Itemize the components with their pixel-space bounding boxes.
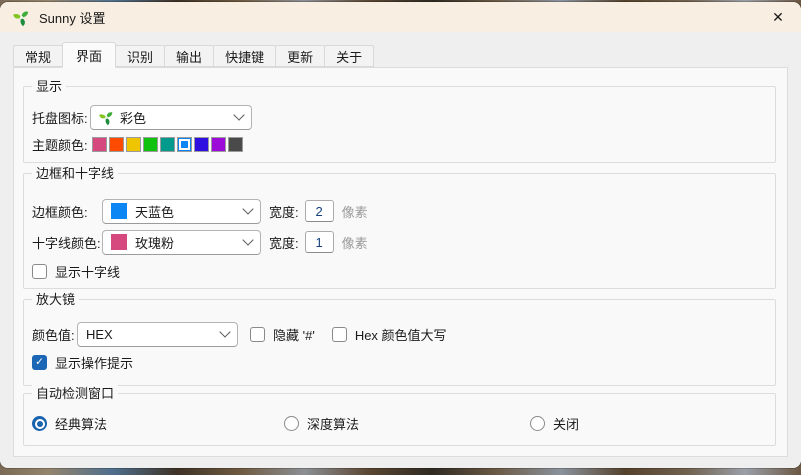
color-value-label: 颜色值: [32,325,77,344]
radio-label: 经典算法 [55,414,107,433]
cross-color-dropdown[interactable]: 玫瑰粉 [102,230,261,255]
theme-color-label: 主题颜色: [32,135,90,154]
theme-color-swatch[interactable] [228,137,243,152]
tab-bar: 常规界面识别输出快捷键更新关于 [13,45,374,67]
theme-color-swatch[interactable] [109,137,124,152]
radio-circle-icon[interactable] [530,416,545,431]
close-icon[interactable]: ✕ [755,2,801,32]
border-color-dropdown[interactable]: 天蓝色 [102,199,261,224]
radio-label: 关闭 [553,414,579,433]
title-bar[interactable]: Sunny 设置 ✕ [0,2,801,32]
autodetect-options: 经典算法 深度算法 关闭 [24,414,775,430]
hex-uppercase-checkbox[interactable] [332,327,347,342]
theme-color-swatch[interactable] [143,137,158,152]
group-border-title: 边框和十字线 [32,165,118,182]
border-width-input[interactable]: 2 [305,200,334,222]
show-crosshair-label: 显示十字线 [55,262,120,281]
group-border-crosshair: 边框和十字线 边框颜色: 天蓝色 宽度: 2 像素 十字线颜色: [23,173,776,289]
tray-icon-dropdown[interactable]: 彩色 [90,105,252,130]
show-crosshair-checkbox[interactable] [32,264,47,279]
border-width-label: 宽度: [269,202,299,221]
tray-icon-label: 托盘图标: [32,108,90,127]
radio-option-关闭[interactable]: 关闭 [530,414,579,433]
color-value-selected: HEX [86,327,113,342]
border-color-name: 天蓝色 [135,202,174,221]
cross-color-label: 十字线颜色: [32,233,102,252]
dialog-body: 常规界面识别输出快捷键更新关于 显示 托盘图标: 彩色 [0,32,801,468]
group-display: 显示 托盘图标: 彩色 主题颜色: [23,86,776,163]
hex-uppercase-label: Hex 颜色值大写 [355,325,447,344]
tab-常规[interactable]: 常规 [13,45,63,67]
theme-color-swatch[interactable] [160,137,175,152]
tab-界面[interactable]: 界面 [62,42,116,68]
theme-color-swatch[interactable] [194,137,209,152]
chevron-down-icon [242,203,253,214]
tray-color-swirl-icon [99,110,114,125]
color-value-dropdown[interactable]: HEX [77,322,238,347]
radio-circle-icon[interactable] [32,416,47,431]
hide-hash-checkbox[interactable] [250,327,265,342]
theme-color-swatches [92,137,245,152]
window-title: Sunny 设置 [39,8,105,27]
radio-circle-icon[interactable] [284,416,299,431]
group-magnifier-title: 放大镜 [32,291,79,308]
theme-color-swatch[interactable] [211,137,226,152]
tab-快捷键[interactable]: 快捷键 [213,45,276,67]
cross-width-label: 宽度: [269,233,299,252]
radio-label: 深度算法 [307,414,359,433]
group-display-title: 显示 [32,78,66,95]
show-tips-checkbox[interactable]: ✓ [32,355,47,370]
group-magnifier: 放大镜 颜色值: HEX 隐藏 '#' Hex 颜色值大写 [23,299,776,386]
radio-option-经典算法[interactable]: 经典算法 [32,414,107,433]
tray-icon-value: 彩色 [120,108,146,127]
tab-更新[interactable]: 更新 [275,45,325,67]
theme-color-swatch[interactable] [92,137,107,152]
border-color-chip [111,203,127,219]
tab-page-interface: 显示 托盘图标: 彩色 主题颜色: [13,67,788,457]
settings-window: Sunny 设置 ✕ 常规界面识别输出快捷键更新关于 显示 托盘图标: [0,2,801,468]
cross-width-input[interactable]: 1 [305,231,334,253]
border-color-label: 边框颜色: [32,202,102,221]
chevron-down-icon [219,326,230,337]
cross-width-unit: 像素 [342,233,368,252]
group-autodetect: 自动检测窗口 经典算法深度算法关闭 [23,393,776,446]
theme-color-swatch[interactable] [126,137,141,152]
theme-color-swatch[interactable] [177,137,192,152]
chevron-down-icon [233,109,244,120]
hide-hash-label: 隐藏 '#' [273,325,315,344]
radio-option-深度算法[interactable]: 深度算法 [284,414,359,433]
tab-输出[interactable]: 输出 [164,45,214,67]
tab-关于[interactable]: 关于 [324,45,374,67]
cross-color-name: 玫瑰粉 [135,233,174,252]
cross-color-chip [111,234,127,250]
group-autodetect-title: 自动检测窗口 [32,385,118,402]
border-width-unit: 像素 [342,202,368,221]
tab-识别[interactable]: 识别 [115,45,165,67]
app-logo-swirl-icon [13,9,30,26]
chevron-down-icon [242,234,253,245]
show-tips-label: 显示操作提示 [55,353,133,372]
